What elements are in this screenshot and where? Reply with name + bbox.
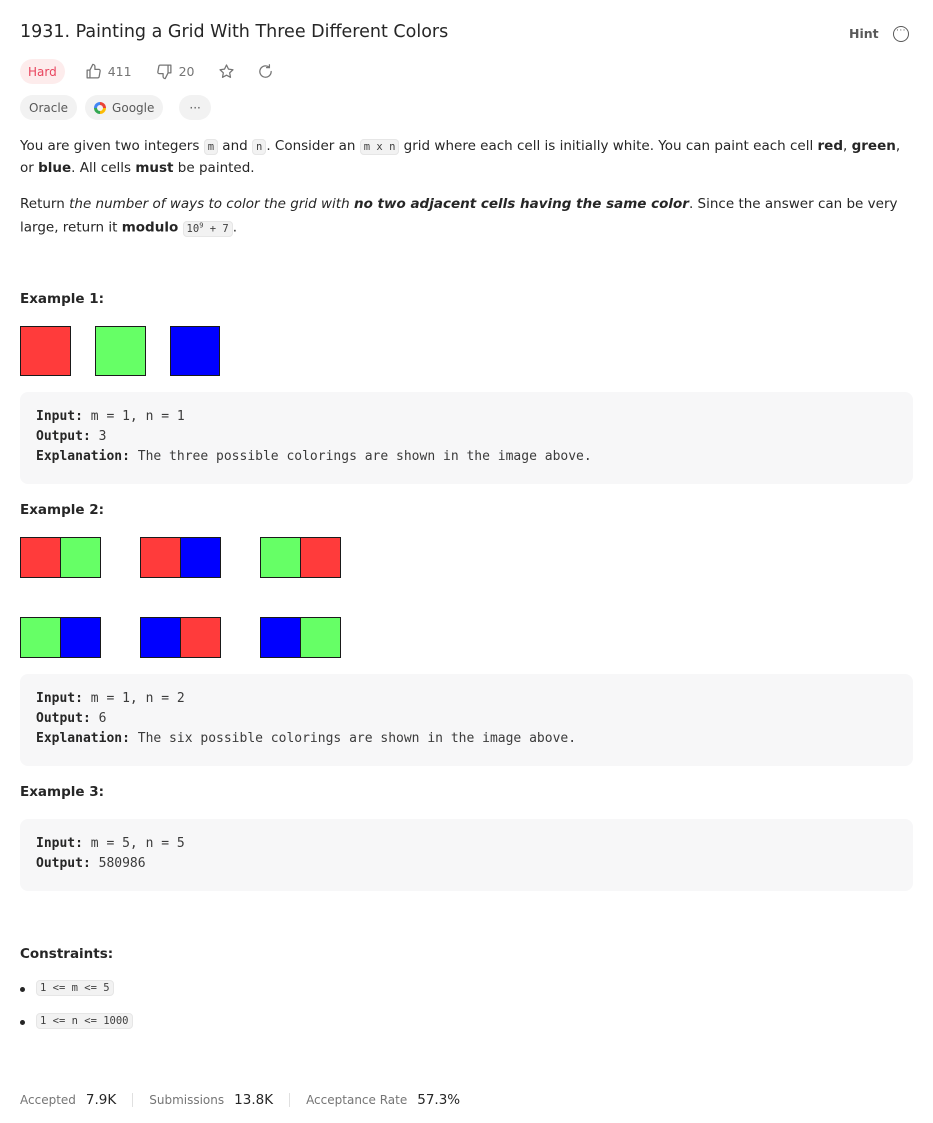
cell-green	[95, 326, 146, 376]
cell-red	[300, 537, 341, 578]
acceptance-rate-label: Acceptance Rate	[306, 1092, 408, 1107]
dislike-button[interactable]: 20	[156, 63, 195, 80]
divider	[289, 1092, 291, 1107]
example-1-output: 3	[98, 429, 107, 444]
cell-red	[20, 326, 71, 376]
company-tags-row: Oracle Google ···	[20, 95, 211, 120]
cell-blue	[140, 617, 181, 658]
google-icon	[94, 101, 107, 114]
example-1-codebox: Input: m = 1, n = 1 Output: 3 Explanatio…	[20, 392, 913, 484]
hint-button[interactable]: Hint	[849, 26, 879, 41]
cell-green	[60, 537, 101, 578]
code-n: n	[252, 139, 267, 155]
example-2-explanation: The six possible colorings are shown in …	[137, 731, 577, 746]
example-1-input: m = 1, n = 1	[90, 409, 185, 424]
example-1-explanation: The three possible colorings are shown i…	[137, 449, 592, 464]
difficulty-badge: Hard	[20, 59, 65, 84]
company-tag-oracle[interactable]: Oracle	[20, 95, 78, 120]
accepted-label: Accepted	[20, 1092, 76, 1107]
cell-red	[140, 537, 181, 578]
cell-red	[180, 617, 221, 658]
example-2-input: m = 1, n = 2	[90, 691, 185, 706]
accepted-value: 7.9K	[85, 1091, 117, 1108]
constraint-item: 1 <= m <= 5	[20, 980, 133, 1013]
cell-blue	[260, 617, 301, 658]
cell-green	[260, 537, 301, 578]
example-3-title: Example 3:	[20, 784, 105, 800]
submission-stats: Accepted 7.9K Submissions 13.8K Acceptan…	[20, 1090, 460, 1109]
cell-green	[300, 617, 341, 658]
thumbs-down-icon	[156, 64, 172, 80]
acceptance-rate-value: 57.3%	[417, 1091, 461, 1108]
problem-title: 1931. Painting a Grid With Three Differe…	[20, 22, 449, 42]
more-options-icon[interactable]: ···	[893, 26, 909, 42]
code-m-x-n: m x n	[359, 139, 400, 155]
more-companies-button[interactable]: ···	[179, 95, 211, 120]
problem-meta-row: Hard 411 20	[20, 59, 274, 84]
dislike-count: 20	[178, 64, 195, 79]
example-2-title: Example 2:	[20, 502, 105, 518]
cell-green	[20, 617, 61, 658]
more-dots: ···	[895, 26, 907, 36]
code-m: m	[203, 139, 219, 155]
refresh-icon	[259, 64, 273, 78]
constraints-title: Constraints:	[20, 946, 114, 962]
company-tag-google-label: Google	[112, 100, 155, 115]
description-paragraph-2: Return the number of ways to color the g…	[20, 196, 898, 237]
like-count: 411	[107, 64, 132, 79]
submissions-label: Submissions	[149, 1092, 225, 1107]
example-2-output: 6	[98, 711, 107, 726]
company-tag-google[interactable]: Google	[85, 95, 164, 120]
cell-blue	[60, 617, 101, 658]
example-1-title: Example 1:	[20, 291, 105, 307]
star-icon	[219, 64, 235, 78]
constraints-list: 1 <= m <= 5 1 <= n <= 1000	[20, 980, 133, 1046]
description-paragraph-1: You are given two integers m and n. Cons…	[20, 138, 901, 176]
favorite-button[interactable]	[218, 63, 235, 80]
thumbs-up-icon	[86, 63, 101, 79]
example-3-input: m = 5, n = 5	[90, 836, 185, 851]
cell-red	[20, 537, 61, 578]
example-3-codebox: Input: m = 5, n = 5 Output: 580986	[20, 819, 913, 891]
submissions-value: 13.8K	[234, 1091, 274, 1108]
example-2-codebox: Input: m = 1, n = 2 Output: 6 Explanatio…	[20, 674, 913, 766]
example-3-output: 580986	[98, 856, 146, 871]
like-button[interactable]: 411	[85, 63, 132, 80]
constraint-item: 1 <= n <= 1000	[20, 1013, 133, 1046]
cell-blue	[170, 326, 220, 376]
code-modulus: 109 + 7	[182, 220, 233, 237]
refresh-button[interactable]	[257, 63, 274, 80]
divider	[132, 1092, 134, 1107]
cell-blue	[180, 537, 221, 578]
